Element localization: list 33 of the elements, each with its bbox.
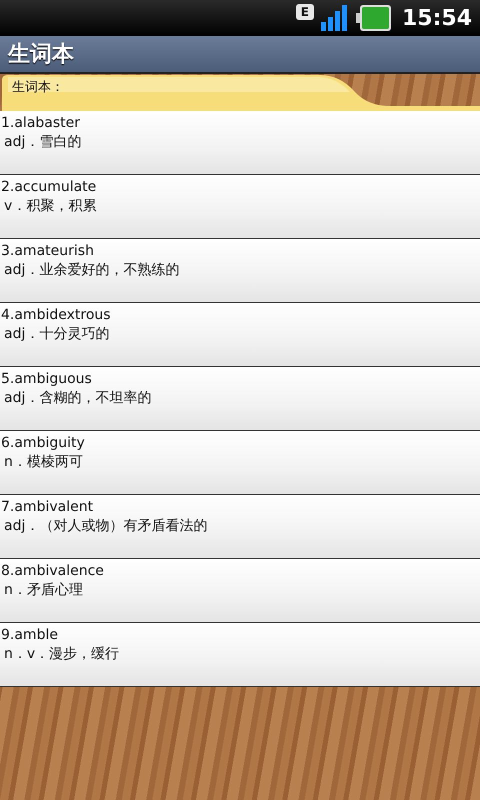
word-definition: adj．业余爱好的，不熟练的	[3, 261, 180, 280]
battery-icon	[356, 4, 392, 32]
word-list-item[interactable]: 4.ambidextrous adj．十分灵巧的	[0, 303, 480, 367]
word-list-item[interactable]: 3.amateurish adj．业余爱好的，不熟练的	[0, 239, 480, 303]
word-definition: n．模棱两可	[3, 453, 84, 472]
word-term: 2.accumulate	[0, 178, 98, 196]
word-term: 3.amateurish	[0, 242, 95, 260]
word-definition: n．v．漫步，缓行	[3, 645, 120, 664]
word-definition: adj．含糊的，不坦率的	[3, 389, 152, 408]
signal-icon	[320, 5, 350, 31]
word-term: 8.ambivalence	[0, 562, 105, 580]
word-term: 7.ambivalent	[0, 498, 94, 516]
word-list-item[interactable]: 6.ambiguity n．模棱两可	[0, 431, 480, 495]
word-definition: adj．雪白的	[3, 133, 82, 152]
network-type-badge: E	[296, 4, 314, 20]
app-title: 生词本	[8, 41, 74, 69]
word-term: 9.amble	[0, 626, 59, 644]
word-definition: n．矛盾心理	[3, 581, 84, 600]
word-list-item[interactable]: 2.accumulate v．积聚，积累	[0, 175, 480, 239]
word-term: 5.ambiguous	[0, 370, 93, 388]
word-definition: adj．十分灵巧的	[3, 325, 110, 344]
word-term: 4.ambidextrous	[0, 306, 112, 324]
word-term: 1.alabaster	[0, 114, 82, 132]
word-list-item[interactable]: 7.ambivalent adj．（对人或物）有矛盾看法的	[0, 495, 480, 559]
word-definition: v．积聚，积累	[3, 197, 98, 216]
word-definition: adj．（对人或物）有矛盾看法的	[3, 517, 208, 536]
word-list-item[interactable]: 9.amble n．v．漫步，缓行	[0, 623, 480, 687]
word-list-item[interactable]: 5.ambiguous adj．含糊的，不坦率的	[0, 367, 480, 431]
clock-time: 15:54	[402, 6, 472, 30]
word-list-item[interactable]: 1.alabaster adj．雪白的	[0, 111, 480, 175]
tab-label: 生词本：	[12, 79, 64, 96]
word-term: 6.ambiguity	[0, 434, 86, 452]
word-list-item[interactable]: 8.ambivalence n．矛盾心理	[0, 559, 480, 623]
